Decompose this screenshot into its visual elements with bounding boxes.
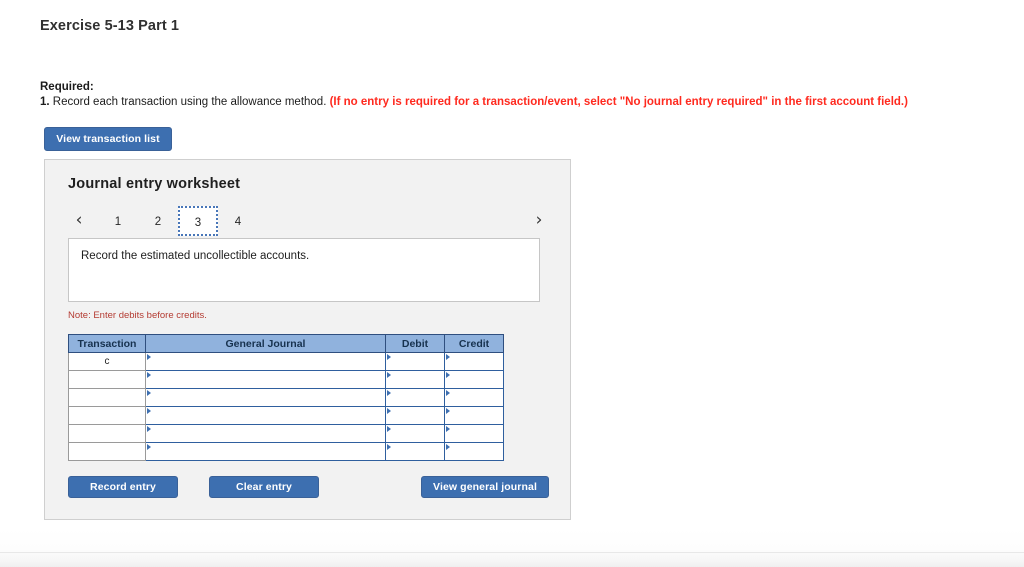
debit-input[interactable] <box>385 442 445 461</box>
requirement-text: Record each transaction using the allowa… <box>49 96 330 108</box>
debit-input[interactable] <box>385 424 445 443</box>
column-header-credit: Credit <box>444 334 504 353</box>
requirement-red-note: (If no entry is required for a transacti… <box>329 96 908 108</box>
clear-entry-button[interactable]: Clear entry <box>209 476 319 498</box>
transaction-cell <box>68 442 146 461</box>
table-row <box>68 370 504 389</box>
transaction-description-box: Record the estimated uncollectible accou… <box>68 238 540 302</box>
column-header-transaction: Transaction <box>68 334 146 353</box>
transaction-cell <box>68 424 146 443</box>
general-journal-input[interactable] <box>145 424 386 443</box>
exercise-title: Exercise 5-13 Part 1 <box>40 18 180 34</box>
journal-table-body: c <box>68 352 504 461</box>
column-header-debit: Debit <box>385 334 445 353</box>
general-journal-input[interactable] <box>145 370 386 389</box>
table-row <box>68 406 504 425</box>
table-row <box>68 442 504 461</box>
debit-input[interactable] <box>385 352 445 371</box>
table-row <box>68 388 504 407</box>
worksheet-tab-4[interactable]: 4 <box>218 206 258 236</box>
journal-table-header-row: Transaction General Journal Debit Credit <box>68 334 504 353</box>
table-row <box>68 424 504 443</box>
table-row: c <box>68 352 504 371</box>
page-bottom-shade <box>0 528 1024 567</box>
transaction-cell: c <box>68 352 146 371</box>
transaction-cell <box>68 370 146 389</box>
credit-input[interactable] <box>444 424 504 443</box>
required-block: Required: 1. Record each transaction usi… <box>40 80 908 110</box>
chevron-left-icon[interactable]: ‹ <box>68 206 90 236</box>
worksheet-tab-list: 1 2 3 4 <box>98 206 258 236</box>
credit-input[interactable] <box>444 370 504 389</box>
required-label: Required: <box>40 81 94 93</box>
column-header-general-journal: General Journal <box>145 334 386 353</box>
requirement-line-1: 1. Record each transaction using the all… <box>40 95 908 110</box>
view-transaction-list-button[interactable]: View transaction list <box>44 127 172 151</box>
page-bottom-divider <box>0 552 1024 553</box>
general-journal-input[interactable] <box>145 406 386 425</box>
general-journal-input[interactable] <box>145 388 386 407</box>
journal-entry-table: Transaction General Journal Debit Credit… <box>68 334 504 461</box>
debit-input[interactable] <box>385 370 445 389</box>
worksheet-tab-3[interactable]: 3 <box>178 206 218 236</box>
credit-input[interactable] <box>444 352 504 371</box>
journal-entry-worksheet-panel: Journal entry worksheet ‹ 1 2 3 4 › Reco… <box>44 159 571 520</box>
transaction-cell <box>68 388 146 407</box>
record-entry-button[interactable]: Record entry <box>68 476 178 498</box>
general-journal-input[interactable] <box>145 442 386 461</box>
credit-input[interactable] <box>444 406 504 425</box>
worksheet-tab-1[interactable]: 1 <box>98 206 138 236</box>
transaction-cell <box>68 406 146 425</box>
debits-before-credits-note: Note: Enter debits before credits. <box>68 310 207 321</box>
worksheet-tab-2[interactable]: 2 <box>138 206 178 236</box>
requirement-number: 1. <box>40 96 50 108</box>
debit-input[interactable] <box>385 388 445 407</box>
credit-input[interactable] <box>444 442 504 461</box>
credit-input[interactable] <box>444 388 504 407</box>
debit-input[interactable] <box>385 406 445 425</box>
transaction-description-text: Record the estimated uncollectible accou… <box>81 250 310 262</box>
chevron-right-icon[interactable]: › <box>528 206 550 236</box>
worksheet-pager: ‹ 1 2 3 4 › <box>68 206 550 236</box>
journal-table-header: Transaction General Journal Debit Credit <box>68 334 504 353</box>
worksheet-title: Journal entry worksheet <box>68 176 241 192</box>
view-general-journal-button[interactable]: View general journal <box>421 476 549 498</box>
general-journal-input[interactable] <box>145 352 386 371</box>
page-root: Exercise 5-13 Part 1 Required: 1. Record… <box>0 0 1024 567</box>
